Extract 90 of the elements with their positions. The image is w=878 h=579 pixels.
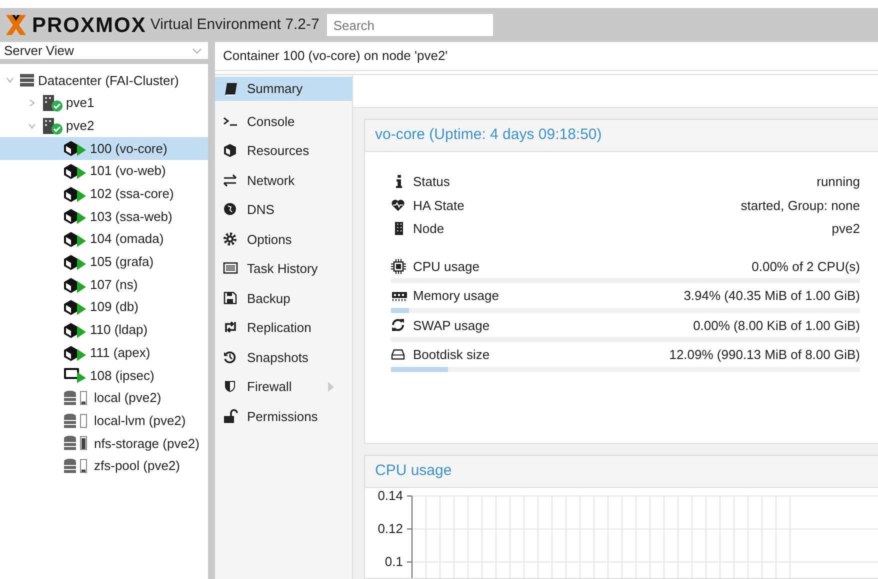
collapse-icon [6, 76, 14, 84]
container-running-icon [63, 140, 87, 156]
row-label: Node [412, 220, 444, 238]
row-label: Memory usage [413, 287, 499, 305]
menu-item[interactable]: Task History [215, 254, 352, 284]
heartbeat-icon [391, 198, 407, 213]
row-label: Bootdisk size [413, 346, 490, 364]
expand-icon [28, 98, 36, 107]
menu-item[interactable]: Console [215, 106, 352, 136]
refresh-icon [391, 318, 407, 333]
tree-item[interactable]: 107 (ns) [0, 273, 208, 296]
exchange-icon [223, 172, 238, 188]
server-check-icon [41, 116, 63, 135]
panel-title: CPU usage [365, 456, 878, 488]
tree-item[interactable]: 101 (vo-web) [0, 160, 208, 182]
container-running-icon [63, 186, 87, 202]
building-icon [394, 222, 404, 236]
menu-item[interactable]: Backup [215, 284, 352, 313]
menu-item[interactable]: Network [215, 166, 352, 195]
retweet-icon [223, 320, 238, 336]
gear-icon [223, 232, 238, 247]
tree-item[interactable]: 109 (db) [0, 296, 208, 319]
tick-label: 0.12 [378, 521, 403, 536]
tree-item[interactable]: 103 (ssa-web) [0, 205, 208, 228]
container-running-icon [63, 276, 87, 293]
floppy-icon [223, 290, 238, 306]
tree-item[interactable]: local-lvm (pve2) [0, 409, 208, 432]
logo-text: PROXMOX [32, 14, 146, 36]
row-value: running [816, 173, 860, 191]
menu-item[interactable]: Snapshots [215, 342, 352, 372]
container-running-icon [63, 163, 87, 180]
row-value: 0.00% of 2 CPU(s) [752, 258, 860, 276]
menu-item[interactable]: Firewall [215, 372, 352, 402]
tree-item[interactable]: local (pve2) [0, 386, 208, 410]
tree-item[interactable]: 110 (ldap) [0, 318, 208, 342]
y-tick [406, 528, 412, 530]
row-label: CPU usage [413, 258, 480, 276]
menu-item[interactable]: DNS [215, 195, 352, 224]
container-running-icon [63, 299, 87, 316]
container-running-icon [63, 231, 87, 248]
tree-item[interactable]: pve2 [0, 114, 208, 138]
row-label: SWAP usage [413, 316, 490, 335]
menu-item[interactable]: Resources [215, 136, 352, 166]
container-running-icon [63, 208, 87, 224]
menu-item[interactable]: Summary [215, 77, 352, 101]
tree-item[interactable]: pve1 [0, 92, 208, 114]
book-icon [223, 82, 238, 96]
list-icon [223, 261, 238, 276]
info-icon [396, 175, 402, 188]
tree-item[interactable]: nfs-storage (pve2) [0, 432, 208, 455]
row-value: started, Group: none [740, 196, 860, 215]
collapse-icon [28, 122, 36, 130]
menu-item[interactable]: Options [215, 224, 352, 254]
row-label: Status [412, 173, 450, 191]
chevron-down-icon [192, 48, 202, 54]
unlock-icon [223, 408, 238, 424]
tree-item[interactable]: 102 (ssa-core) [0, 182, 208, 206]
content-title: Container 100 (vo-core) on node 'pve2' [215, 42, 878, 71]
history-icon [223, 350, 238, 365]
tick-label: 0.14 [378, 488, 403, 503]
row-value: 3.94% (40.35 MiB of 1.00 GiB) [684, 287, 860, 305]
search-field[interactable]: Search [327, 14, 494, 36]
shield-icon [223, 379, 238, 394]
tree-item[interactable]: 104 (omada) [0, 228, 208, 250]
menu-item[interactable]: Replication [215, 313, 352, 342]
tick-label: 0.1 [384, 554, 403, 569]
tree-item[interactable]: 108 (ipsec) [0, 364, 208, 387]
chip-icon [391, 258, 407, 274]
server-rack-icon [19, 73, 35, 88]
container-running-icon [63, 344, 87, 361]
tree-item[interactable]: 100 (vo-core) [0, 137, 208, 160]
row-value: 0.00% (8.00 KiB of 1.00 GiB) [693, 316, 860, 335]
tree-item[interactable]: 111 (apex) [0, 341, 208, 364]
monitor-running-icon [63, 367, 87, 384]
tree-item[interactable]: zfs-pool (pve2) [0, 454, 208, 478]
menu-item[interactable]: Permissions [215, 402, 352, 431]
row-value: pve2 [832, 220, 860, 238]
view-selector[interactable]: Server View [0, 42, 208, 64]
row-label: HA State [413, 196, 464, 214]
tree-item[interactable]: 105 (grafa) [0, 250, 208, 274]
container-running-icon [63, 322, 87, 338]
server-check-icon [41, 94, 63, 112]
hard-drive-icon [391, 347, 407, 362]
container-running-icon [63, 254, 87, 270]
cube-icon [223, 143, 238, 158]
version-text: Virtual Environment 7.2-7 [150, 14, 320, 35]
logo-x-icon [4, 13, 28, 37]
tree-item[interactable]: Datacenter (FAI-Cluster) [0, 69, 208, 92]
panel-title: vo-core (Uptime: 4 days 09:18:50) [365, 120, 878, 152]
row-value: 12.09% (990.13 MiB of 8.00 GiB) [669, 346, 860, 364]
